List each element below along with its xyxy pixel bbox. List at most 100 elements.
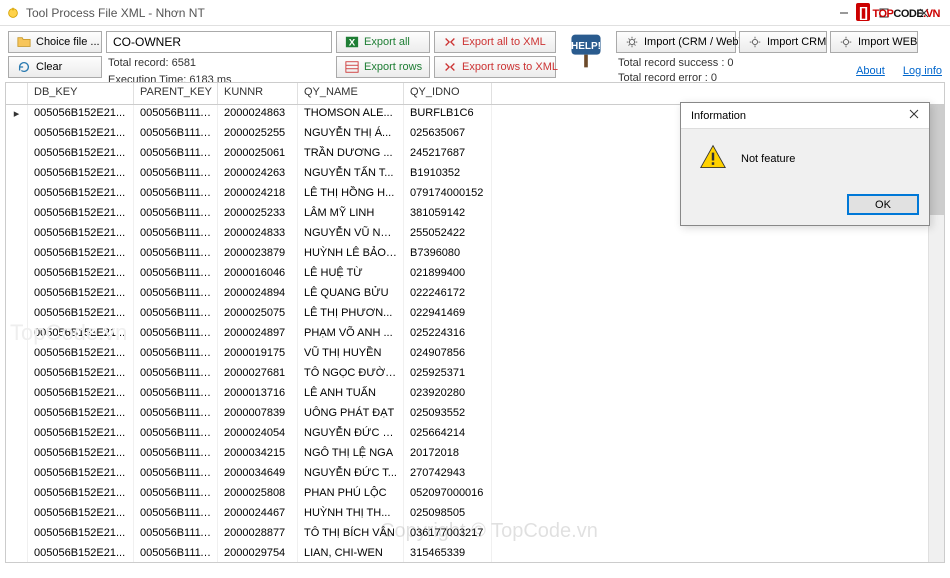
cell-kunnr[interactable]: 2000024467 [218, 505, 298, 525]
cell-dbkey[interactable]: 005056B152E21... [28, 145, 134, 165]
cell-dbkey[interactable]: 005056B152E21... [28, 205, 134, 225]
cell-parentkey[interactable]: 005056B111111... [134, 445, 218, 465]
cell-kunnr[interactable]: 2000024897 [218, 325, 298, 345]
export-rows-xml-button[interactable]: Export rows to XML [434, 56, 556, 78]
import-crm-button[interactable]: Import CRM [739, 31, 827, 53]
cell-qyidno[interactable]: 381059142 [404, 205, 492, 225]
cell-dbkey[interactable]: 005056B152E21... [28, 125, 134, 145]
cell-qyidno[interactable]: 025098505 [404, 505, 492, 525]
cell-kunnr[interactable]: 2000027681 [218, 365, 298, 385]
cell-kunnr[interactable]: 2000016046 [218, 265, 298, 285]
cell-qyname[interactable]: LÂM MỸ LINH [298, 205, 404, 225]
cell-parentkey[interactable]: 005056B111111... [134, 305, 218, 325]
cell-qyname[interactable]: UÔNG PHÁT ĐẠT [298, 405, 404, 425]
cell-kunnr[interactable]: 2000029754 [218, 545, 298, 562]
cell-dbkey[interactable]: 005056B152E21... [28, 245, 134, 265]
cell-qyname[interactable]: NGUYỄN VŨ NH... [298, 225, 404, 245]
table-row[interactable]: 005056B152E21...005056B111111...20000342… [6, 445, 944, 465]
cell-parentkey[interactable]: 005056B111111... [134, 225, 218, 245]
cell-dbkey[interactable]: 005056B152E21... [28, 165, 134, 185]
cell-qyidno[interactable]: 025925371 [404, 365, 492, 385]
cell-qyname[interactable]: LÊ HUỆ TỪ [298, 265, 404, 285]
cell-qyname[interactable]: PHAN PHÚ LỘC [298, 485, 404, 505]
cell-qyidno[interactable]: 022941469 [404, 305, 492, 325]
col-parentkey[interactable]: PARENT_KEY [134, 83, 218, 104]
cell-dbkey[interactable]: 005056B152E21... [28, 505, 134, 525]
cell-dbkey[interactable]: 005056B152E21... [28, 265, 134, 285]
cell-parentkey[interactable]: 005056B111111... [134, 245, 218, 265]
cell-qyname[interactable]: HUỲNH THỊ TH... [298, 505, 404, 525]
cell-kunnr[interactable]: 2000025255 [218, 125, 298, 145]
cell-kunnr[interactable]: 2000007839 [218, 405, 298, 425]
table-row[interactable]: 005056B152E21...005056B111111...20000240… [6, 425, 944, 445]
cell-qyname[interactable]: THOMSON ALE... [298, 105, 404, 125]
dialog-close-button[interactable] [909, 109, 919, 122]
cell-kunnr[interactable]: 2000025061 [218, 145, 298, 165]
cell-parentkey[interactable]: 005056B111111... [134, 465, 218, 485]
cell-qyname[interactable]: VŨ THỊ HUYỀN [298, 345, 404, 365]
table-row[interactable]: 005056B152E21...005056B111111...20000346… [6, 465, 944, 485]
cell-dbkey[interactable]: 005056B152E21... [28, 545, 134, 562]
cell-qyidno[interactable]: B7396080 [404, 245, 492, 265]
cell-dbkey[interactable]: 005056B152E21... [28, 485, 134, 505]
cell-parentkey[interactable]: 005056B111111... [134, 485, 218, 505]
cell-kunnr[interactable]: 2000034215 [218, 445, 298, 465]
cell-qyname[interactable]: LÊ THỊ PHƯƠN... [298, 305, 404, 325]
cell-qyname[interactable]: LÊ QUANG BỬU [298, 285, 404, 305]
cell-dbkey[interactable]: 005056B152E21... [28, 225, 134, 245]
cell-qyidno[interactable]: 20172018 [404, 445, 492, 465]
cell-parentkey[interactable]: 005056B111111... [134, 125, 218, 145]
cell-qyidno[interactable]: 245217687 [404, 145, 492, 165]
export-rows-button[interactable]: Export rows [336, 56, 430, 78]
cell-qyidno[interactable]: 255052422 [404, 225, 492, 245]
cell-qyname[interactable]: PHẠM VÕ ANH ... [298, 325, 404, 345]
dialog-ok-button[interactable]: OK [847, 194, 919, 215]
cell-dbkey[interactable]: 005056B152E21... [28, 285, 134, 305]
col-selector[interactable] [6, 83, 28, 104]
cell-parentkey[interactable]: 005056B111111... [134, 265, 218, 285]
cell-dbkey[interactable]: 005056B152E21... [28, 345, 134, 365]
cell-parentkey[interactable]: 005056B111111... [134, 185, 218, 205]
cell-parentkey[interactable]: 005056B111111... [134, 145, 218, 165]
cell-qyname[interactable]: TÔ NGỌC ĐƯỜNG [298, 365, 404, 385]
scrollbar-thumb[interactable] [929, 105, 944, 215]
table-row[interactable]: 005056B152E21...005056B111111...20000078… [6, 405, 944, 425]
cell-qyidno[interactable]: BURFLB1C6 [404, 105, 492, 125]
cell-dbkey[interactable]: 005056B152E21... [28, 185, 134, 205]
col-kunnr[interactable]: KUNNR [218, 83, 298, 104]
cell-qyidno[interactable]: 315465339 [404, 545, 492, 562]
cell-parentkey[interactable]: 005056B111111... [134, 405, 218, 425]
cell-kunnr[interactable]: 2000025075 [218, 305, 298, 325]
cell-parentkey[interactable]: 005056B111111... [134, 325, 218, 345]
import-crm-web-button[interactable]: Import (CRM / Web) [616, 31, 736, 53]
col-dbkey[interactable]: DB_KEY [28, 83, 134, 104]
cell-qyidno[interactable]: 052097000016 [404, 485, 492, 505]
cell-parentkey[interactable]: 005056B111111... [134, 425, 218, 445]
cell-qyidno[interactable]: 025093552 [404, 405, 492, 425]
cell-qyidno[interactable]: 025224316 [404, 325, 492, 345]
scrollbar[interactable] [928, 105, 944, 562]
table-row[interactable]: 005056B152E21...005056B111111...20000258… [6, 485, 944, 505]
cell-qyidno[interactable]: 025635067 [404, 125, 492, 145]
cell-qyidno[interactable]: 079174000152 [404, 185, 492, 205]
table-row[interactable]: 005056B152E21...005056B111111...20000238… [6, 245, 944, 265]
table-row[interactable]: 005056B152E21...005056B111111...20000297… [6, 545, 944, 562]
cell-qyidno[interactable]: 025664214 [404, 425, 492, 445]
cell-parentkey[interactable]: 005056B111111... [134, 105, 218, 125]
cell-parentkey[interactable]: 005056B111111... [134, 525, 218, 545]
cell-parentkey[interactable]: 005056B111111... [134, 165, 218, 185]
cell-dbkey[interactable]: 005056B152E21... [28, 365, 134, 385]
table-row[interactable]: 005056B152E21...005056B111111...20000276… [6, 365, 944, 385]
loginfo-link[interactable]: Log info [903, 65, 942, 77]
cell-qyidno[interactable]: 024907856 [404, 345, 492, 365]
cell-qyname[interactable]: NGÔ THỊ LỆ NGA [298, 445, 404, 465]
cell-kunnr[interactable]: 2000024218 [218, 185, 298, 205]
table-row[interactable]: 005056B152E21...005056B111111...20000191… [6, 345, 944, 365]
cell-qyname[interactable]: LÊ ANH TUẤN [298, 385, 404, 405]
cell-kunnr[interactable]: 2000019175 [218, 345, 298, 365]
cell-parentkey[interactable]: 005056B111111... [134, 285, 218, 305]
cell-qyidno[interactable]: 023920280 [404, 385, 492, 405]
cell-kunnr[interactable]: 2000023879 [218, 245, 298, 265]
cell-dbkey[interactable]: 005056B152E21... [28, 305, 134, 325]
cell-dbkey[interactable]: 005056B152E21... [28, 325, 134, 345]
